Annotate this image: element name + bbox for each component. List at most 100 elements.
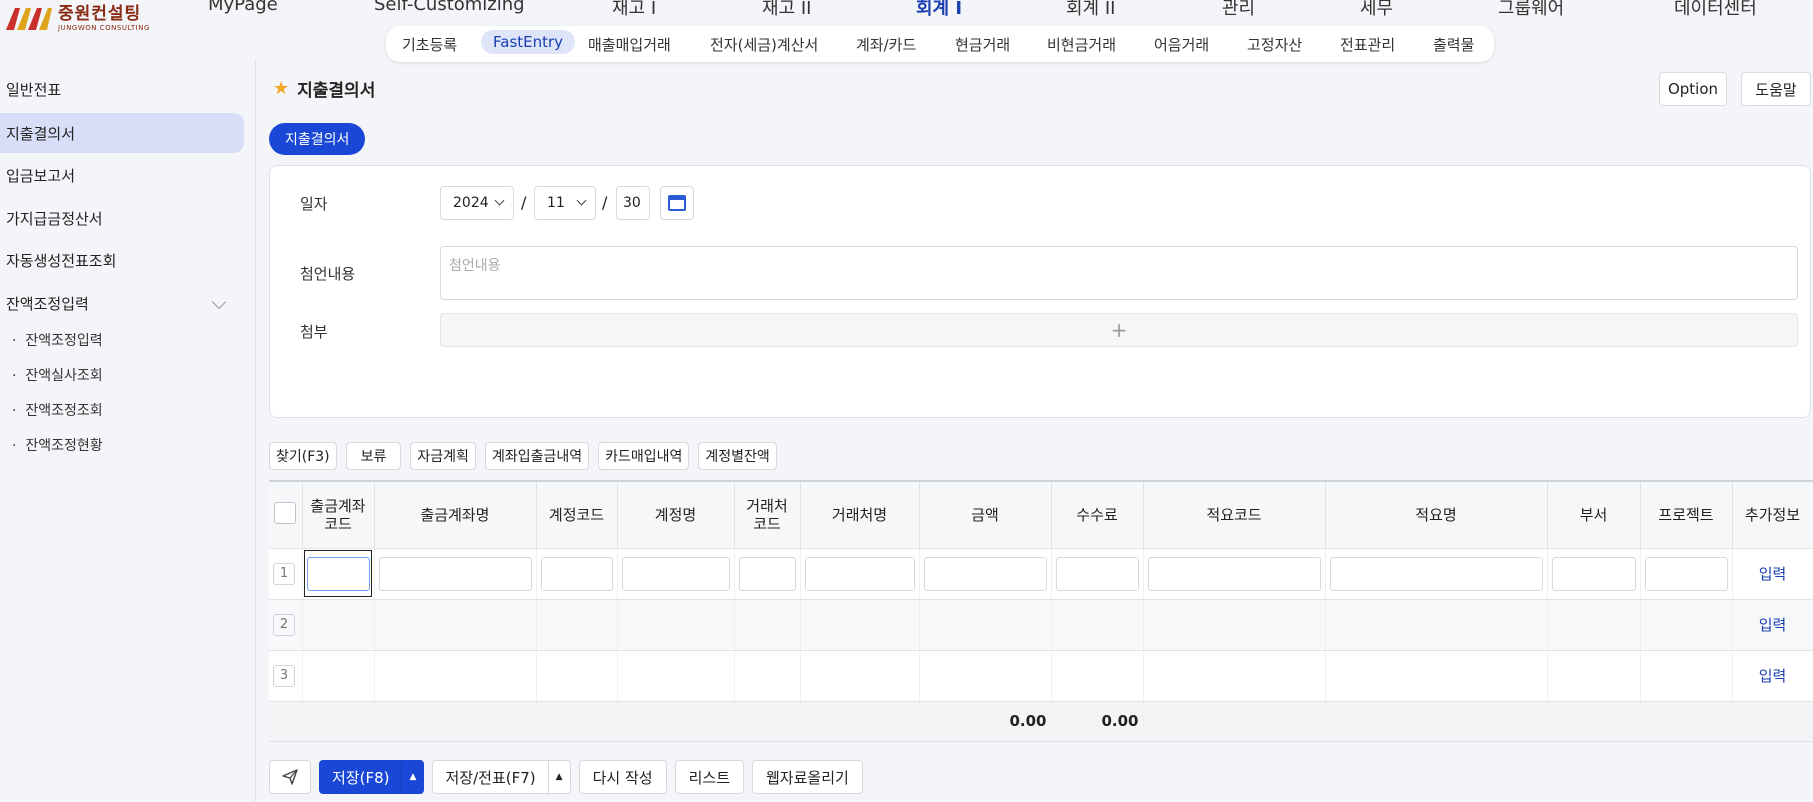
menu-accounting-1[interactable]: 회계 I (916, 0, 962, 20)
column-header[interactable]: 계정명 (617, 482, 735, 549)
department-input[interactable] (1551, 556, 1636, 591)
menu-accounting-2[interactable]: 회계 II (1066, 0, 1115, 20)
sidebar-subitem-balance-inquiry[interactable]: · 잔액조정조회 (12, 400, 103, 420)
column-header[interactable]: 거래처 코드 (734, 482, 801, 549)
send-button[interactable] (269, 760, 311, 794)
account-code-input[interactable] (540, 556, 613, 591)
menu-inventory-2[interactable]: 재고 II (762, 0, 811, 20)
save-button[interactable]: 저장(F8) ▲ (319, 760, 425, 794)
account-name-input[interactable] (621, 556, 730, 591)
caret-up-icon[interactable]: ▲ (547, 761, 570, 793)
sidebar-item-balance-adjustment[interactable]: 잔액조정입력 (0, 283, 244, 323)
cell-client-name[interactable] (800, 548, 920, 600)
sidebar-subitem-balance-status[interactable]: · 잔액조정현황 (12, 435, 103, 455)
tab-expense-resolution[interactable]: 지출결의서 (269, 123, 366, 155)
sidebar-subitem-balance-entry[interactable]: · 잔액조정입력 (12, 330, 103, 350)
cell-summary-code[interactable] (1143, 548, 1326, 600)
sidebar-item-advance-settlement[interactable]: 가지급금정산서 (0, 198, 244, 238)
hold-button[interactable]: 보류 (345, 442, 402, 470)
submenu-cash-transaction[interactable]: 현금거래 (955, 34, 1010, 55)
menu-inventory-1[interactable]: 재고 I (612, 0, 656, 20)
select-all-checkbox[interactable] (274, 501, 297, 524)
menu-tax[interactable]: 세무 (1360, 0, 1393, 20)
attachment-dropzone[interactable]: + (440, 313, 1798, 347)
calendar-button[interactable] (660, 186, 694, 220)
fund-plan-button[interactable]: 자금계획 (410, 442, 476, 470)
menu-mypage[interactable]: MyPage (208, 0, 278, 15)
help-button[interactable]: 도움말 (1741, 72, 1811, 106)
menu-management[interactable]: 관리 (1222, 0, 1255, 20)
caret-up-icon[interactable]: ▲ (401, 761, 423, 793)
sidebar-item-auto-slip-inquiry[interactable]: 자동생성전표조회 (0, 240, 244, 280)
top-navigation: 중원컨설팅 JUNGWON CONSULTING MyPage Self-Cus… (0, 0, 1813, 62)
total-fee: 0.00 (1051, 701, 1144, 742)
column-header[interactable]: 부서 (1547, 482, 1641, 549)
column-header[interactable]: 프로젝트 (1640, 482, 1733, 549)
menu-self-customizing[interactable]: Self-Customizing (374, 0, 525, 15)
cell-client-code[interactable] (734, 548, 801, 600)
cell-project[interactable] (1640, 548, 1733, 600)
column-header[interactable]: 적요코드 (1143, 482, 1326, 549)
account-transactions-button[interactable]: 계좌입출금내역 (484, 442, 590, 470)
project-input[interactable] (1644, 556, 1728, 591)
option-button[interactable]: Option (1659, 72, 1727, 106)
column-header[interactable]: 계정코드 (536, 482, 618, 549)
column-header[interactable]: 출금계좌명 (374, 482, 537, 549)
cell-withdraw-name[interactable] (374, 548, 537, 600)
save-slip-button[interactable]: 저장/전표(F7) ▲ (432, 760, 571, 794)
menu-data-center[interactable]: 데이터센터 (1674, 0, 1757, 20)
menu-groupware[interactable]: 그룹웨어 (1498, 0, 1564, 20)
column-header[interactable]: 추가정보 (1732, 482, 1813, 549)
year-select[interactable]: 2024 (440, 186, 514, 220)
submenu-e-tax-invoice[interactable]: 전자(세금)계산서 (710, 34, 818, 55)
cell-summary-name[interactable] (1325, 548, 1548, 600)
account-balance-button[interactable]: 계정별잔액 (698, 442, 777, 470)
submenu-fastentry[interactable]: FastEntry (481, 30, 576, 54)
list-button[interactable]: 리스트 (674, 760, 744, 794)
cell-fee[interactable] (1051, 548, 1144, 600)
cell-amount[interactable] (919, 548, 1052, 600)
submenu-account-card[interactable]: 계좌/카드 (856, 34, 916, 55)
submenu-sales-purchase[interactable]: 매출매입거래 (588, 34, 671, 55)
cell-account-code[interactable] (536, 548, 618, 600)
column-header[interactable]: 거래처명 (800, 482, 920, 549)
star-icon[interactable]: ★ (273, 78, 289, 99)
column-header[interactable]: 적요명 (1325, 482, 1548, 549)
card-purchase-button[interactable]: 카드매입내역 (598, 442, 690, 470)
cell-withdraw-code[interactable] (302, 548, 375, 600)
rewrite-button[interactable]: 다시 작성 (578, 760, 667, 794)
search-button[interactable]: 찾기(F3) (269, 442, 337, 470)
extra-info-link[interactable]: 입력 (1732, 599, 1813, 651)
column-header[interactable]: 금액 (919, 482, 1052, 549)
chevron-down-icon[interactable] (211, 294, 227, 310)
column-header[interactable]: 출금계좌 코드 (302, 482, 375, 549)
cell-account-name[interactable] (617, 548, 735, 600)
withdraw-account-code-input[interactable] (306, 556, 370, 591)
extra-info-link[interactable]: 입력 (1732, 650, 1813, 702)
day-input[interactable]: 30 (616, 186, 650, 220)
fee-input[interactable] (1055, 556, 1139, 591)
submenu-basic-registration[interactable]: 기초등록 (402, 34, 457, 55)
month-select[interactable]: 11 (534, 186, 596, 220)
client-code-input[interactable] (738, 556, 796, 591)
memo-textarea[interactable]: 첨언내용 (440, 246, 1798, 300)
submenu-noncash-transaction[interactable]: 비현금거래 (1047, 34, 1116, 55)
web-upload-button[interactable]: 웹자료올리기 (752, 760, 863, 794)
summary-name-input[interactable] (1329, 556, 1543, 591)
extra-info-link[interactable]: 입력 (1732, 548, 1813, 600)
submenu-fixed-assets[interactable]: 고정자산 (1247, 34, 1302, 55)
amount-input[interactable] (923, 556, 1047, 591)
sidebar-item-deposit-report[interactable]: 입금보고서 (0, 155, 244, 195)
sidebar-item-general-slip[interactable]: 일반전표 (0, 69, 244, 109)
submenu-bill-transaction[interactable]: 어음거래 (1154, 34, 1209, 55)
page-title-text: 지출결의서 (297, 81, 376, 101)
cell-department[interactable] (1547, 548, 1641, 600)
summary-code-input[interactable] (1147, 556, 1321, 591)
column-header[interactable]: 수수료 (1051, 482, 1144, 549)
withdraw-account-name-input[interactable] (378, 556, 532, 591)
submenu-slip-management[interactable]: 전표관리 (1340, 34, 1395, 55)
submenu-printouts[interactable]: 출력물 (1433, 34, 1474, 55)
sidebar-subitem-balance-audit[interactable]: · 잔액실사조회 (12, 365, 103, 385)
client-name-input[interactable] (804, 556, 915, 591)
sidebar-item-expense-resolution[interactable]: 지출결의서 (0, 113, 244, 153)
